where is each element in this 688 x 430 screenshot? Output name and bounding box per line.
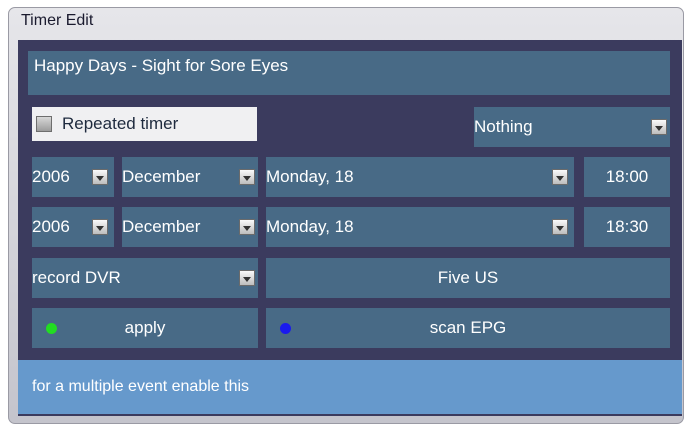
end-month-select[interactable]: December bbox=[122, 207, 258, 247]
end-time-value: 18:30 bbox=[605, 217, 649, 236]
repeated-timer-checkbox[interactable]: Repeated timer bbox=[32, 107, 257, 141]
start-day-value: Monday, 18 bbox=[266, 167, 354, 186]
action-value: record DVR bbox=[32, 268, 121, 287]
green-dot-icon bbox=[46, 323, 57, 334]
chevron-down-icon[interactable] bbox=[92, 219, 108, 235]
end-year-select[interactable]: 2006 bbox=[32, 207, 114, 247]
event-name-field[interactable]: Happy Days - Sight for Sore Eyes bbox=[28, 51, 670, 95]
start-time-value: 18:00 bbox=[605, 167, 649, 186]
chevron-down-icon[interactable] bbox=[651, 119, 667, 135]
chevron-down-icon[interactable] bbox=[239, 219, 255, 235]
blue-dot-icon bbox=[280, 323, 291, 334]
scan-epg-button[interactable]: scan EPG bbox=[266, 308, 670, 348]
event-name-value: Happy Days - Sight for Sore Eyes bbox=[34, 56, 289, 75]
chevron-down-icon[interactable] bbox=[92, 169, 108, 185]
repeated-timer-label: Repeated timer bbox=[62, 114, 179, 133]
end-month-value: December bbox=[122, 217, 201, 236]
chevron-down-icon[interactable] bbox=[239, 169, 255, 185]
apply-label: apply bbox=[124, 318, 166, 337]
scan-epg-label: scan EPG bbox=[429, 318, 507, 337]
end-day-select[interactable]: Monday, 18 bbox=[266, 207, 574, 247]
end-year-value: 2006 bbox=[32, 217, 70, 236]
start-month-value: December bbox=[122, 167, 201, 186]
chevron-down-icon[interactable] bbox=[552, 219, 568, 235]
chevron-down-icon[interactable] bbox=[552, 169, 568, 185]
action-select[interactable]: record DVR bbox=[32, 258, 258, 298]
apply-button[interactable]: apply bbox=[32, 308, 258, 348]
start-year-value: 2006 bbox=[32, 167, 70, 186]
channel-value: Five US bbox=[437, 268, 499, 287]
end-day-value: Monday, 18 bbox=[266, 217, 354, 236]
repeat-type-value: Nothing bbox=[474, 117, 533, 136]
start-year-select[interactable]: 2006 bbox=[32, 157, 114, 197]
help-text: for a multiple event enable this bbox=[32, 378, 250, 395]
channel-button[interactable]: Five US bbox=[266, 258, 670, 298]
checkbox-icon[interactable] bbox=[36, 116, 52, 132]
help-bar: for a multiple event enable this bbox=[18, 360, 682, 414]
start-month-select[interactable]: December bbox=[122, 157, 258, 197]
start-day-select[interactable]: Monday, 18 bbox=[266, 157, 574, 197]
chevron-down-icon[interactable] bbox=[239, 270, 255, 286]
repeat-type-select[interactable]: Nothing bbox=[474, 107, 670, 147]
end-time-field[interactable]: 18:30 bbox=[584, 207, 670, 247]
window-title: Timer Edit bbox=[21, 12, 94, 29]
start-time-field[interactable]: 18:00 bbox=[584, 157, 670, 197]
